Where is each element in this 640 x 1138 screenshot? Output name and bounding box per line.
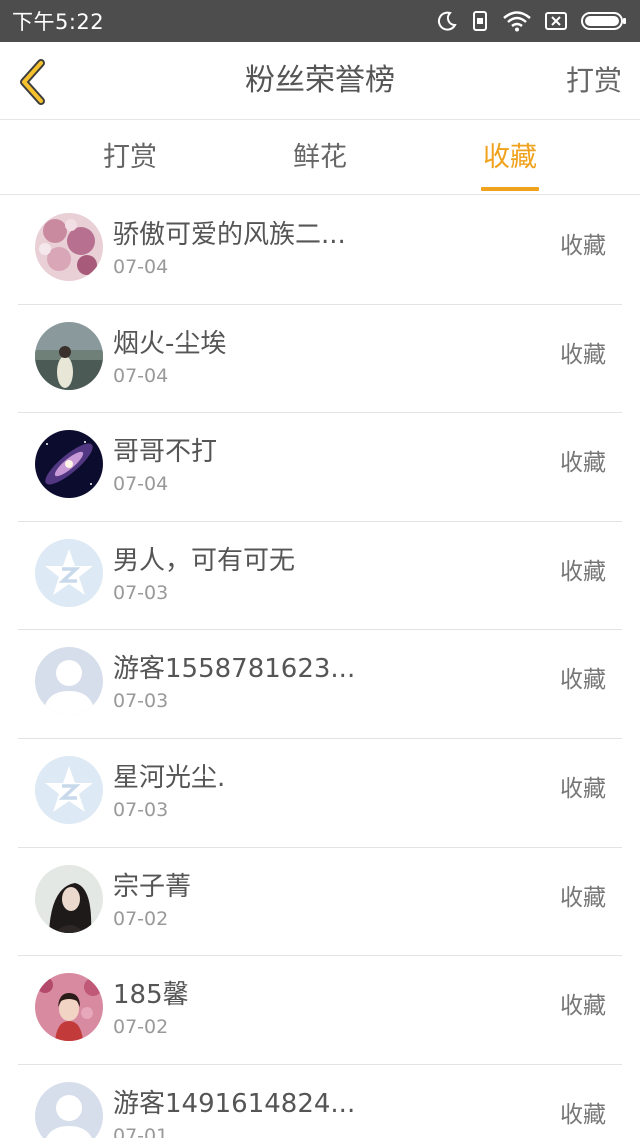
fan-action-type: 收藏 [560, 1101, 606, 1128]
fan-name: 星河光尘. [113, 762, 226, 793]
avatar [35, 864, 103, 933]
fan-action-type: 收藏 [560, 667, 606, 694]
list-item[interactable]: 骄傲可爱的风族二... 07-04 收藏 [18, 196, 622, 305]
fan-action-type: 收藏 [560, 341, 606, 368]
tab-flowers[interactable]: 鲜花 [225, 121, 415, 195]
rotate-lock-icon [470, 10, 490, 32]
fan-name: 骄傲可爱的风族二... [113, 220, 346, 250]
fan-name: 男人，可有可无 [113, 545, 296, 576]
fan-name: 宗子菁 [113, 871, 192, 902]
fan-action-type: 收藏 [560, 884, 606, 911]
wifi-icon [502, 10, 532, 32]
fan-name: 游客1558781623... [113, 654, 356, 685]
fan-name: 185馨 [113, 980, 189, 1011]
avatar [35, 430, 103, 499]
fan-date: 07-01 [113, 1124, 169, 1138]
status-bar: 下午5:22 [0, 0, 640, 42]
no-sim-icon [544, 10, 568, 32]
list-item[interactable]: 星河光尘. 07-03 收藏 [18, 739, 622, 848]
list-item[interactable]: 男人，可有可无 07-03 收藏 [18, 522, 622, 631]
qzone-star-icon [35, 538, 103, 607]
avatar [35, 213, 103, 281]
status-icons [436, 10, 628, 32]
fan-action-type: 收藏 [560, 558, 606, 585]
list-item[interactable]: 游客1558781623... 07-03 收藏 [18, 630, 622, 739]
default-user-icon [35, 647, 103, 716]
fan-date: 07-03 [113, 798, 169, 821]
avatar [35, 321, 103, 390]
battery-icon [580, 10, 628, 32]
tab-label: 鲜花 [293, 142, 347, 173]
avatar [35, 973, 103, 1042]
page-title: 粉丝荣誉榜 [245, 63, 395, 98]
moon-icon [436, 10, 458, 32]
reward-action-button[interactable]: 打赏 [566, 42, 622, 120]
qzone-star-icon [35, 755, 103, 824]
list-item[interactable]: 宗子菁 07-02 收藏 [18, 848, 622, 957]
tab-label: 收藏 [483, 142, 537, 173]
header-bar: 粉丝荣誉榜 打赏 [0, 42, 640, 120]
tab-favorites[interactable]: 收藏 [415, 121, 605, 195]
status-time: 下午5:22 [12, 10, 105, 34]
fan-date: 07-04 [113, 473, 169, 496]
fan-action-type: 收藏 [560, 233, 606, 259]
fan-name: 游客1491614824... [113, 1088, 356, 1119]
fan-date: 07-03 [113, 581, 169, 604]
tab-bar: 打赏 鲜花 收藏 [0, 121, 640, 195]
active-tab-indicator [481, 187, 539, 191]
fan-date: 07-02 [113, 907, 169, 930]
default-user-icon [35, 1081, 103, 1138]
fan-date: 07-04 [113, 256, 169, 278]
fan-list: 骄傲可爱的风族二... 07-04 收藏 烟火-尘埃 07-04 收藏 哥哥不打… [0, 196, 640, 1138]
fan-name: 烟火-尘埃 [113, 328, 227, 359]
tab-label: 打赏 [103, 142, 157, 173]
fan-name: 哥哥不打 [113, 437, 218, 468]
list-item[interactable]: 烟火-尘埃 07-04 收藏 [18, 305, 622, 414]
fan-action-type: 收藏 [560, 993, 606, 1020]
fan-date: 07-04 [113, 364, 169, 387]
fan-date: 07-02 [113, 1016, 169, 1039]
tab-reward[interactable]: 打赏 [35, 121, 225, 195]
list-item[interactable]: 游客1491614824... 07-01 收藏 [18, 1065, 622, 1138]
fan-date: 07-03 [113, 690, 169, 713]
list-item[interactable]: 185馨 07-02 收藏 [18, 956, 622, 1065]
fan-action-type: 收藏 [560, 775, 606, 802]
fan-action-type: 收藏 [560, 450, 606, 477]
list-item[interactable]: 哥哥不打 07-04 收藏 [18, 413, 622, 522]
